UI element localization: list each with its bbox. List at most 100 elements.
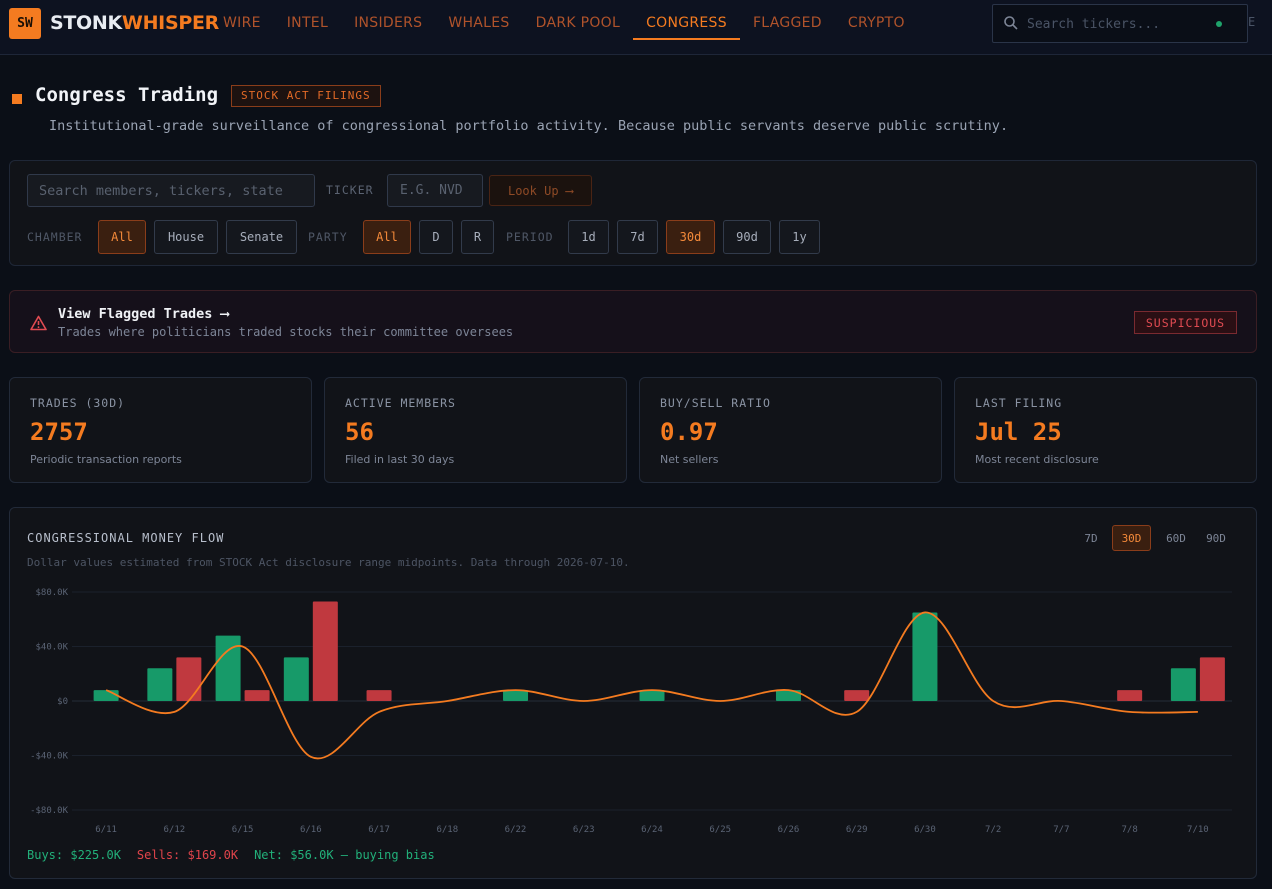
nav-crypto[interactable]: CRYPTO [835, 0, 918, 40]
ticker-label: TICKER [326, 183, 374, 197]
party-d-chip[interactable]: D [419, 220, 453, 254]
logo-word-2: WHISPER [121, 12, 219, 34]
sell-bar [844, 690, 870, 701]
nav-dark-pool[interactable]: DARK POOL [523, 0, 633, 40]
summary-net: Net: $56.0K — buying bias [254, 848, 435, 862]
logo-wordmark[interactable]: STONKWHISPER [50, 12, 219, 34]
x-tick-label: 6/24 [641, 825, 663, 833]
nav-congress[interactable]: CONGRESS [633, 0, 740, 40]
x-tick-label: 7/8 [1122, 825, 1138, 833]
stat-value: 2757 [30, 418, 88, 446]
y-tick-label: -$40.0K [30, 752, 69, 762]
sell-bar [176, 657, 202, 701]
x-tick-label: 6/17 [368, 825, 390, 833]
y-tick-label: $80.0K [35, 588, 68, 598]
x-tick-label: 6/30 [914, 825, 936, 833]
buy-bar [639, 690, 665, 701]
live-status-dot [1216, 21, 1222, 27]
chamber-all-chip[interactable]: All [98, 220, 146, 254]
range-30d-button[interactable]: 30D [1112, 525, 1151, 551]
stock-act-badge: STOCK ACT FILINGS [231, 85, 381, 107]
sell-bar [244, 690, 270, 701]
net-flow-line [105, 611, 1198, 760]
period-1y-chip[interactable]: 1y [779, 220, 820, 254]
money-flow-chart: $80.0K $40.0K $0 -$40.0K -$80.0K 6/11 6/12 6/15… [30, 588, 1232, 833]
flagged-trades-card[interactable]: View Flagged Trades ⟶ Trades where polit… [9, 290, 1257, 353]
summary-buys: Buys: $225.0K [27, 848, 121, 862]
stat-card-last-filing: LAST FILING Jul 25 Most recent disclosur… [954, 377, 1257, 483]
period-label: PERIOD [506, 230, 554, 244]
buy-bar [93, 690, 119, 701]
warning-icon [30, 315, 47, 331]
member-search-input[interactable] [27, 174, 315, 207]
y-tick-label: $40.0K [35, 643, 68, 653]
x-tick-label: 7/2 [985, 825, 1001, 833]
stat-subtext: Net sellers [660, 453, 719, 466]
title-marker [12, 94, 22, 104]
buy-bar [1170, 668, 1196, 701]
page-subtitle: Institutional-grade surveillance of cong… [49, 118, 1009, 134]
chamber-label: CHAMBER [27, 230, 83, 244]
stat-subtext: Periodic transaction reports [30, 453, 182, 466]
stat-label: TRADES (30D) [30, 396, 126, 410]
x-tick-label: 6/29 [846, 825, 868, 833]
flow-summary: Buys: $225.0K Sells: $169.0K Net: $56.0K… [27, 848, 435, 862]
chamber-house-chip[interactable]: House [154, 220, 218, 254]
stat-label: LAST FILING [975, 396, 1063, 410]
nav-whales[interactable]: WHALES [435, 0, 522, 40]
flagged-trades-title[interactable]: View Flagged Trades ⟶ [58, 306, 229, 322]
x-tick-label: 6/18 [436, 825, 458, 833]
period-1d-chip[interactable]: 1d [568, 220, 609, 254]
y-tick-label: $0 [57, 697, 68, 707]
buy-bar [912, 612, 938, 701]
y-tick-label: -$80.0K [30, 806, 69, 816]
money-flow-chart-card: CONGRESSIONAL MONEY FLOW Dollar values e… [9, 507, 1257, 879]
ticker-search-box[interactable] [992, 4, 1248, 43]
x-tick-label: 7/10 [1187, 825, 1209, 833]
chamber-senate-chip[interactable]: Senate [226, 220, 297, 254]
x-tick-label: 6/11 [95, 825, 117, 833]
search-icon [1004, 16, 1018, 30]
stat-subtext: Most recent disclosure [975, 453, 1099, 466]
stat-card-buy-sell-ratio: BUY/SELL RATIO 0.97 Net sellers [639, 377, 942, 483]
range-60d-button[interactable]: 60D [1160, 525, 1192, 551]
top-navigation-bar: SW STONKWHISPER WIRE INTEL INSIDERS WHAL… [0, 0, 1272, 55]
x-tick-label: 6/15 [232, 825, 254, 833]
nav-flagged[interactable]: FLAGGED [740, 0, 835, 40]
nav-intel[interactable]: INTEL [274, 0, 341, 40]
ticker-search-input[interactable] [1027, 13, 1197, 35]
stat-value: Jul 25 [975, 418, 1062, 446]
party-label: PARTY [308, 230, 348, 244]
chart-title: CONGRESSIONAL MONEY FLOW [27, 531, 225, 545]
stat-subtext: Filed in last 30 days [345, 453, 455, 466]
x-tick-label: 6/12 [164, 825, 186, 833]
party-all-chip[interactable]: All [363, 220, 411, 254]
x-tick-label: 7/7 [1053, 825, 1069, 833]
nav-insiders[interactable]: INSIDERS [341, 0, 435, 40]
x-tick-label: 6/26 [778, 825, 800, 833]
nav-wire[interactable]: WIRE [210, 0, 274, 40]
period-30d-chip[interactable]: 30d [666, 220, 715, 254]
ticker-input[interactable] [387, 174, 483, 207]
page-title: Congress Trading [35, 84, 219, 106]
range-7d-button[interactable]: 7D [1078, 525, 1104, 551]
stat-card-active-members: ACTIVE MEMBERS 56 Filed in last 30 days [324, 377, 627, 483]
logo-mark[interactable]: SW [9, 8, 41, 39]
range-90d-button[interactable]: 90D [1200, 525, 1232, 551]
period-7d-chip[interactable]: 7d [617, 220, 658, 254]
buy-bar [147, 668, 173, 701]
chart-note: Dollar values estimated from STOCK Act d… [27, 556, 630, 569]
search-overflow-char: E [1248, 15, 1256, 29]
lookup-button[interactable]: Look Up ⟶ [489, 175, 592, 206]
sell-bar [366, 690, 392, 701]
summary-sells: Sells: $169.0K [136, 848, 239, 862]
main-nav: WIRE INTEL INSIDERS WHALES DARK POOL CON… [210, 0, 918, 55]
filter-panel: TICKER Look Up ⟶ CHAMBER All House Senat… [9, 160, 1257, 266]
x-tick-label: 6/22 [505, 825, 527, 833]
party-r-chip[interactable]: R [461, 220, 494, 254]
period-90d-chip[interactable]: 90d [723, 220, 771, 254]
x-tick-label: 6/25 [709, 825, 731, 833]
stat-value: 0.97 [660, 418, 718, 446]
stat-label: BUY/SELL RATIO [660, 396, 771, 410]
x-tick-label: 6/16 [300, 825, 322, 833]
